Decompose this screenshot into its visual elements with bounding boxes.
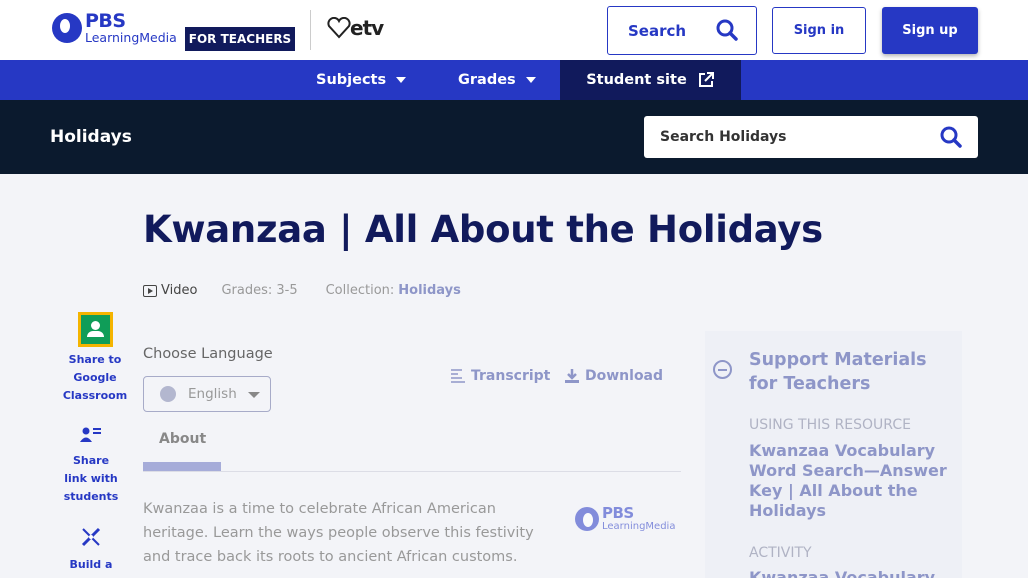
nav-student-site[interactable]: Student site bbox=[560, 60, 741, 100]
logo-pbs-text: PBS bbox=[85, 10, 126, 32]
support-link-answer-key[interactable]: Kwanzaa Vocabulary Word Search—Answer Ke… bbox=[749, 441, 949, 521]
nav-subjects[interactable]: Subjects bbox=[316, 60, 407, 100]
section-label-activity: Activity bbox=[749, 545, 812, 561]
pbs-learningmedia-small-logo: PBS LearningMedia bbox=[575, 506, 675, 532]
collapse-icon[interactable] bbox=[713, 360, 732, 379]
grades-label: Grades: 3-5 bbox=[221, 283, 298, 298]
etv-heart-icon bbox=[327, 17, 351, 39]
choose-language-label: Choose Language bbox=[143, 346, 273, 362]
transcript-icon bbox=[451, 369, 465, 383]
build-lesson[interactable]: Build a bbox=[60, 526, 122, 574]
search-label: Search bbox=[628, 21, 687, 40]
resource-type: Video bbox=[143, 283, 197, 298]
page-title: Kwanzaa | All About the Holidays bbox=[143, 208, 823, 251]
build-lesson-label: Build a bbox=[69, 558, 113, 571]
support-link-vocabulary[interactable]: Kwanzaa Vocabulary bbox=[749, 568, 949, 578]
search-icon bbox=[716, 19, 738, 41]
about-description: Kwanzaa is a time to celebrate African A… bbox=[143, 501, 534, 565]
download-button[interactable]: Download bbox=[564, 368, 663, 384]
share-link-students-label: Share link with students bbox=[63, 454, 119, 503]
transcript-label: Transcript bbox=[471, 368, 551, 384]
top-header: PBS LearningMedia FOR TEACHERS etv Searc… bbox=[0, 0, 1028, 60]
share-google-classroom-label: Share to Google Classroom bbox=[62, 353, 128, 402]
chevron-down-icon bbox=[396, 77, 407, 83]
external-link-icon bbox=[698, 72, 714, 87]
nav-student-site-label: Student site bbox=[586, 72, 687, 88]
google-classroom-icon bbox=[77, 312, 113, 347]
etv-logo[interactable]: etv bbox=[326, 16, 384, 40]
chevron-down-icon bbox=[248, 392, 260, 398]
pencil-ruler-icon bbox=[81, 527, 101, 547]
download-label: Download bbox=[585, 368, 664, 384]
globe-icon bbox=[160, 386, 176, 402]
for-teachers-badge: FOR TEACHERS bbox=[185, 27, 295, 51]
section-label-using: Using this resource bbox=[749, 417, 911, 433]
transcript-button[interactable]: Transcript bbox=[450, 368, 550, 384]
language-selected-value: English bbox=[188, 386, 237, 402]
collection-band: Holidays Search Holidays bbox=[0, 100, 1028, 174]
sign-in-button[interactable]: Sign in bbox=[772, 7, 866, 54]
logo-divider bbox=[310, 10, 311, 50]
nav-grades-label: Grades bbox=[458, 72, 516, 88]
etv-text: etv bbox=[350, 16, 384, 40]
pbs-learningmedia-logo[interactable]: PBS LearningMedia bbox=[52, 12, 177, 45]
collection-title: Holidays bbox=[50, 127, 132, 147]
share-students-icon bbox=[80, 427, 101, 442]
logo-learningmedia-text: LearningMedia bbox=[85, 30, 177, 45]
nav-grades[interactable]: Grades bbox=[458, 60, 536, 100]
download-icon bbox=[565, 369, 579, 383]
tab-divider bbox=[143, 471, 681, 472]
resource-meta: Video Grades: 3-5 Collection: Holidays bbox=[143, 283, 461, 298]
collection-search-input[interactable]: Search Holidays bbox=[644, 116, 978, 158]
support-materials-title[interactable]: Support Materials for Teachers bbox=[749, 348, 954, 396]
sign-up-button[interactable]: Sign up bbox=[882, 7, 978, 54]
header-search-button[interactable]: Search bbox=[607, 6, 757, 55]
search-icon[interactable] bbox=[940, 126, 962, 148]
share-google-classroom[interactable]: Share to Google Classroom bbox=[60, 312, 130, 405]
collection-link[interactable]: Holidays bbox=[398, 283, 461, 298]
chevron-down-icon bbox=[525, 77, 536, 83]
collection-label: Collection: bbox=[325, 283, 395, 298]
tab-about[interactable]: About bbox=[159, 431, 206, 447]
share-link-students[interactable]: Share link with students bbox=[60, 426, 122, 506]
tab-about-indicator bbox=[143, 462, 221, 471]
small-logo-pbs-text: PBS bbox=[602, 504, 634, 522]
language-select[interactable]: English bbox=[143, 376, 271, 412]
pbs-head-icon bbox=[575, 507, 599, 531]
pbs-head-icon bbox=[52, 13, 82, 44]
resource-type-label: Video bbox=[161, 283, 198, 298]
collection-search-placeholder: Search Holidays bbox=[660, 129, 787, 145]
video-icon bbox=[143, 284, 157, 297]
main-nav: Subjects Grades Student site bbox=[0, 60, 1028, 100]
support-materials-panel: Support Materials for Teachers Using thi… bbox=[705, 331, 962, 578]
nav-subjects-label: Subjects bbox=[316, 72, 387, 88]
small-logo-lm-text: LearningMedia bbox=[602, 521, 676, 532]
